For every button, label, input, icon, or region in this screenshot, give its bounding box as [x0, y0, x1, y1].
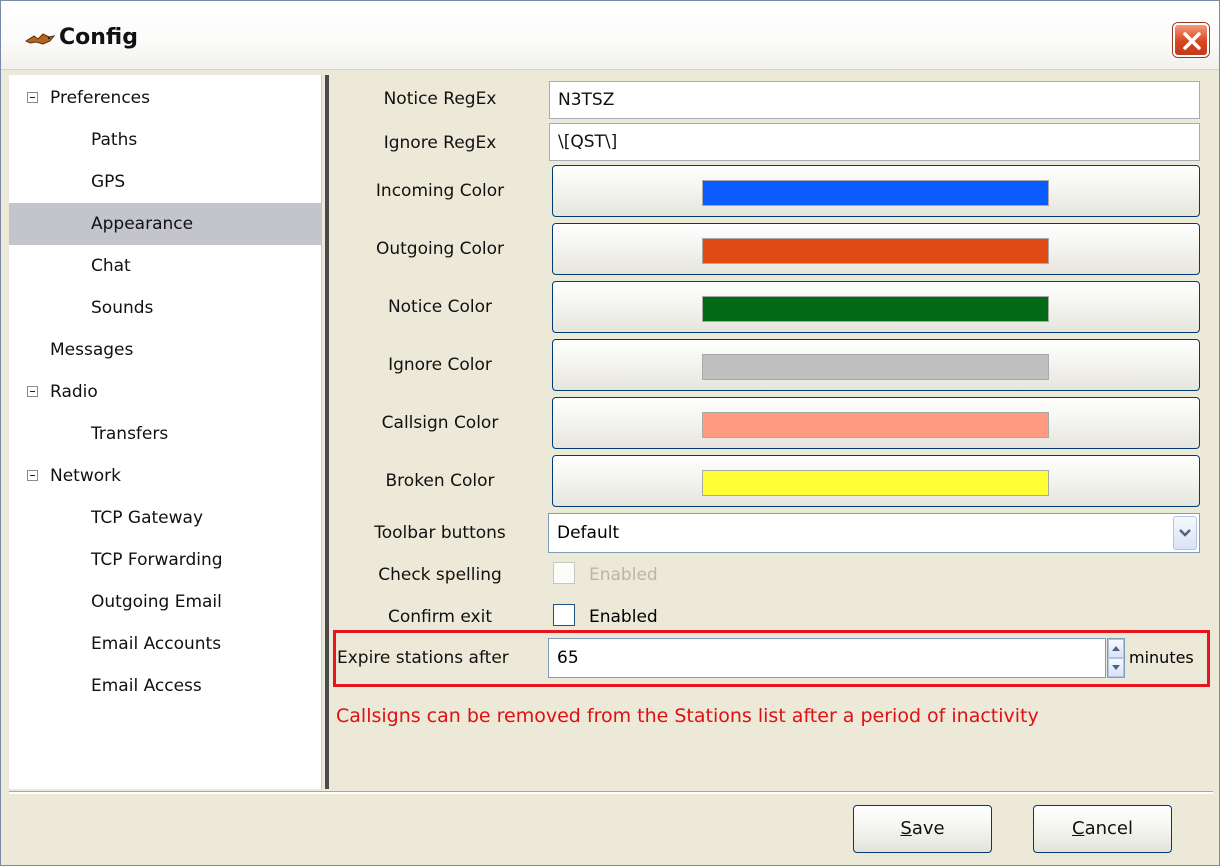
- save-accel: S: [900, 818, 912, 839]
- collapse-icon[interactable]: [27, 386, 38, 397]
- dropdown-button[interactable]: [1173, 516, 1197, 550]
- tree-item-tcp-forwarding[interactable]: TCP Forwarding: [9, 539, 321, 581]
- tree-item-email-accounts[interactable]: Email Accounts: [9, 623, 321, 665]
- expire-stations-spinner[interactable]: [1107, 638, 1125, 678]
- toolbar-buttons-label: Toolbar buttons: [374, 523, 506, 543]
- close-icon: [1183, 32, 1201, 50]
- close-button[interactable]: [1173, 23, 1209, 57]
- spin-up-button[interactable]: [1108, 639, 1124, 658]
- incoming-color-button[interactable]: [552, 165, 1200, 217]
- cancel-accel: C: [1072, 818, 1085, 839]
- cancel-button[interactable]: Cancel: [1033, 805, 1172, 853]
- notice-color-button[interactable]: [552, 281, 1200, 333]
- tree-item-paths[interactable]: Paths: [9, 119, 321, 161]
- tree-item-tcp-gateway[interactable]: TCP Gateway: [9, 497, 321, 539]
- tree-item-outgoing-email[interactable]: Outgoing Email: [9, 581, 321, 623]
- tree-item-label: TCP Forwarding: [91, 550, 223, 570]
- color-swatch: [702, 180, 1049, 206]
- spin-down-button[interactable]: [1108, 658, 1124, 677]
- ignore-regex-label: Ignore RegEx: [383, 133, 497, 153]
- outgoing-color-button[interactable]: [552, 223, 1200, 275]
- check-spelling-label: Check spelling: [378, 565, 502, 585]
- tree-item-messages[interactable]: Messages: [9, 329, 321, 371]
- cancel-label-rest: ancel: [1084, 818, 1133, 839]
- save-label-rest: ave: [911, 818, 945, 839]
- arrow-up-icon: [1112, 646, 1120, 651]
- color-label: Notice Color: [387, 297, 493, 317]
- app-bird-icon: [25, 33, 55, 45]
- notice-regex-label: Notice RegEx: [383, 89, 497, 109]
- color-swatch: [702, 470, 1049, 496]
- tree-item-label: Transfers: [91, 424, 169, 444]
- arrow-down-icon: [1112, 665, 1120, 670]
- ignore-color-button[interactable]: [552, 339, 1200, 391]
- tree-item-transfers[interactable]: Transfers: [9, 413, 321, 455]
- confirm-exit-label: Confirm exit: [387, 607, 493, 627]
- tree-item-label: GPS: [91, 172, 126, 192]
- color-label: Callsign Color: [381, 413, 499, 433]
- tree-item-network[interactable]: Network: [9, 455, 321, 497]
- collapse-icon[interactable]: [27, 92, 38, 103]
- tree-item-chat[interactable]: Chat: [9, 245, 321, 287]
- color-label: Broken Color: [385, 471, 495, 491]
- window-title: Config: [59, 25, 138, 50]
- tree-item-label: Email Access: [91, 676, 202, 696]
- tree-item-label: TCP Gateway: [91, 508, 204, 528]
- title-bar[interactable]: Config: [1, 1, 1219, 70]
- color-label: Outgoing Color: [375, 239, 505, 259]
- color-swatch: [702, 296, 1049, 322]
- tree-item-sounds[interactable]: Sounds: [9, 287, 321, 329]
- tree-item-label: Sounds: [91, 298, 154, 318]
- color-swatch: [702, 354, 1049, 380]
- tree-item-label: Paths: [91, 130, 138, 150]
- tree-item-label: Email Accounts: [91, 634, 222, 654]
- tree-item-email-access[interactable]: Email Access: [9, 665, 321, 707]
- expire-stations-unit: minutes: [1129, 648, 1194, 667]
- confirm-exit-checkbox[interactable]: [553, 604, 575, 626]
- toolbar-buttons-value: Default: [557, 523, 620, 543]
- tree-item-label: Messages: [50, 340, 134, 360]
- expire-hint-text: Callsigns can be removed from the Statio…: [336, 705, 1039, 727]
- tree-item-label: Outgoing Email: [91, 592, 222, 612]
- color-swatch: [702, 412, 1049, 438]
- tree-item-gps[interactable]: GPS: [9, 161, 321, 203]
- tree-item-radio[interactable]: Radio: [9, 371, 321, 413]
- color-label: Incoming Color: [375, 181, 505, 201]
- notice-regex-input[interactable]: N3TSZ: [549, 81, 1200, 119]
- check-spelling-option: Enabled: [589, 565, 658, 585]
- callsign-color-button[interactable]: [552, 397, 1200, 449]
- expire-stations-input[interactable]: 65: [548, 638, 1106, 678]
- tree-item-label: Radio: [50, 382, 98, 402]
- color-label: Ignore Color: [388, 355, 492, 375]
- footer-divider: [9, 791, 1213, 794]
- check-spelling-checkbox[interactable]: [553, 562, 575, 584]
- chevron-down-icon: [1179, 529, 1191, 537]
- tree-item-label: Appearance: [91, 214, 194, 234]
- settings-tree[interactable]: Preferences Paths GPS Appearance Chat Sounds M…: [9, 75, 322, 789]
- tree-item-label: Preferences: [50, 88, 150, 108]
- config-window: Config Preferences Paths GPS Appearance Chat…: [0, 0, 1220, 866]
- collapse-icon[interactable]: [27, 470, 38, 481]
- broken-color-button[interactable]: [552, 455, 1200, 507]
- splitter[interactable]: [325, 75, 329, 789]
- color-swatch: [702, 238, 1049, 264]
- tree-item-appearance[interactable]: Appearance: [9, 203, 321, 245]
- confirm-exit-option: Enabled: [589, 607, 658, 627]
- ignore-regex-input[interactable]: \[QST\]: [549, 123, 1200, 161]
- tree-item-label: Network: [50, 466, 121, 486]
- save-button[interactable]: Save: [853, 805, 992, 853]
- tree-item-label: Chat: [91, 256, 131, 276]
- tree-item-preferences[interactable]: Preferences: [9, 77, 321, 119]
- toolbar-buttons-select[interactable]: Default: [548, 513, 1200, 553]
- expire-stations-label: Expire stations after: [337, 648, 509, 668]
